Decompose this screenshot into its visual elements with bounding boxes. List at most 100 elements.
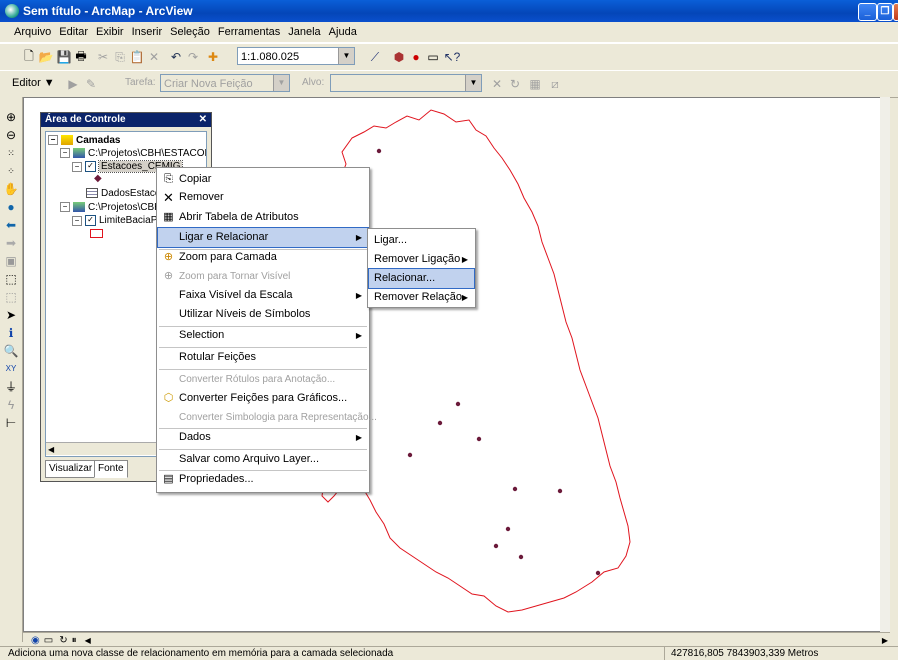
select-elements-icon[interactable]: ➤	[3, 307, 19, 323]
menu-item-ligar-relacionar[interactable]: Ligar e Relacionar ▶	[157, 227, 369, 248]
menu-janela[interactable]: Janela	[284, 26, 324, 38]
submenu-item-ligar[interactable]: Ligar...	[369, 231, 474, 250]
chevron-left-icon[interactable]: ◀	[46, 445, 54, 454]
toc-layer-limite[interactable]: − ✓ LimiteBaciaP	[72, 215, 157, 227]
station-point[interactable]	[493, 543, 499, 549]
zoom-out-icon[interactable]: ⊖	[3, 127, 19, 143]
menu-exibir[interactable]: Exibir	[92, 26, 128, 38]
minimize-button[interactable]: _	[858, 3, 877, 21]
sketch-tool-icon[interactable]: ✎	[82, 75, 100, 93]
menu-item-salvar-layer[interactable]: Salvar como Arquivo Layer...	[158, 450, 368, 469]
map-vertical-scrollbar[interactable]	[880, 97, 890, 632]
task-combo[interactable]: Criar Nova Feição ▼	[160, 74, 290, 92]
menu-arquivo[interactable]: Arquivo	[0, 26, 55, 38]
go-to-xy-icon[interactable]: XY	[3, 361, 19, 377]
select-by-graphics-icon[interactable]: ⬚	[3, 271, 19, 287]
copy-icon[interactable]: ⎘	[111, 48, 129, 66]
refresh-icon[interactable]: ↻	[53, 635, 67, 646]
close-icon[interactable]: ✕	[199, 113, 207, 127]
station-point[interactable]	[455, 401, 461, 407]
menu-item-converter-simbologia[interactable]: Converter Simbologia para Representação.…	[158, 408, 377, 427]
fixed-zoom-out-icon[interactable]: ⁘	[3, 163, 19, 179]
tab-fonte[interactable]: Fonte	[94, 460, 128, 478]
time-slider-icon[interactable]: ⊢	[3, 415, 19, 431]
pause-drawing-icon[interactable]: ⏸	[68, 635, 77, 646]
new-document-icon[interactable]: 🗋	[20, 48, 38, 66]
collapse-icon[interactable]: −	[60, 148, 70, 159]
station-point[interactable]	[518, 554, 524, 560]
full-extent-icon[interactable]: ●	[3, 199, 19, 215]
paste-icon[interactable]: 📋	[128, 48, 146, 66]
attributes-icon[interactable]: ▦	[526, 75, 544, 93]
save-icon[interactable]: 💾	[55, 48, 73, 66]
tab-visualizar[interactable]: Visualizar	[45, 460, 97, 478]
edit-tool-icon[interactable]: ▶	[64, 75, 82, 93]
toc-datasource-1[interactable]: − C:\Projetos\CBH\ESTACOE	[60, 148, 206, 160]
layout-view-icon[interactable]: ▭	[40, 635, 53, 646]
clear-selection-icon[interactable]: ⬚	[3, 289, 19, 305]
data-view-icon[interactable]: ◉	[23, 635, 40, 646]
collapse-icon[interactable]: −	[72, 215, 82, 226]
menu-item-niveis-simbolos[interactable]: Utilizar Níveis de Símbolos	[158, 305, 368, 324]
submenu-item-remover-relacao[interactable]: Remover Relação ▶	[369, 288, 474, 307]
rotate-tool-icon[interactable]: ↻	[506, 75, 524, 93]
menu-item-selection[interactable]: Selection ▶	[158, 326, 368, 345]
station-point[interactable]	[407, 452, 413, 458]
arctoolbox-icon[interactable]: ⬢	[390, 48, 408, 66]
pan-icon[interactable]: ✋	[3, 181, 19, 197]
menu-selecao[interactable]: Seleção	[166, 26, 214, 38]
station-point[interactable]	[476, 436, 482, 442]
menu-item-converter-rotulos[interactable]: Converter Rótulos para Anotação...	[158, 370, 368, 389]
forward-icon[interactable]: ➡	[3, 235, 19, 251]
collapse-icon[interactable]: −	[60, 202, 70, 213]
fixed-zoom-in-icon[interactable]: ⁙	[3, 145, 19, 161]
add-data-icon[interactable]: ✚	[204, 48, 222, 66]
identify-icon[interactable]: ℹ	[3, 325, 19, 341]
find-icon[interactable]: 🔍	[3, 343, 19, 359]
menu-item-propriedades[interactable]: ▤ Propriedades...	[158, 470, 368, 489]
select-features-icon[interactable]: ▣	[3, 253, 19, 269]
chevron-left-icon[interactable]: ◀	[77, 636, 91, 645]
layer-visibility-checkbox[interactable]: ✓	[85, 215, 96, 226]
station-point[interactable]	[376, 148, 382, 154]
whats-this-icon[interactable]: ↖?	[443, 48, 461, 66]
station-point[interactable]	[595, 570, 601, 576]
back-icon[interactable]: ⬅	[3, 217, 19, 233]
restore-button[interactable]: ❐	[877, 3, 893, 21]
menu-inserir[interactable]: Inserir	[128, 26, 167, 38]
editor-menu-button[interactable]: Editor ▼	[12, 77, 55, 89]
undo-icon[interactable]: ↶	[167, 48, 185, 66]
polygon-symbol[interactable]	[90, 229, 103, 238]
station-point[interactable]	[505, 526, 511, 532]
cut-icon[interactable]: ✂	[94, 48, 112, 66]
menu-item-copiar[interactable]: ⎘ Copiar	[158, 170, 368, 189]
menu-item-faixa-visivel[interactable]: Faixa Visível da Escala ▶	[158, 286, 368, 305]
toc-datasource-2[interactable]: − C:\Projetos\CBH	[60, 202, 161, 214]
menu-item-dados[interactable]: Dados ▶	[158, 428, 368, 447]
hyperlink-icon[interactable]: ϟ	[3, 397, 19, 413]
menu-item-converter-feicoes[interactable]: ⬡ Converter Feições para Gráficos...	[158, 389, 368, 408]
print-icon[interactable]: 🖶	[72, 48, 90, 66]
delete-icon[interactable]: ✕	[145, 48, 163, 66]
target-combo[interactable]: ▼	[330, 74, 482, 92]
station-point[interactable]	[512, 486, 518, 492]
point-symbol[interactable]: ◆	[94, 173, 102, 185]
chevron-right-icon[interactable]: ▶	[882, 636, 888, 645]
menu-item-zoom-camada[interactable]: ⊕ Zoom para Camada	[158, 248, 368, 267]
layer-visibility-checkbox[interactable]: ✓	[85, 161, 96, 172]
redo-icon[interactable]: ↷	[184, 48, 202, 66]
close-button[interactable]	[893, 3, 898, 21]
menu-item-rotular[interactable]: Rotular Feições	[158, 348, 368, 367]
toc-root[interactable]: − Camadas	[48, 135, 120, 147]
menu-item-remover[interactable]: ✕ Remover	[158, 188, 368, 207]
split-tool-icon[interactable]: ✕	[488, 75, 506, 93]
submenu-item-remover-ligacao[interactable]: Remover Ligação ▶	[369, 250, 474, 269]
menu-editar[interactable]: Editar	[55, 26, 92, 38]
collapse-icon[interactable]: −	[72, 161, 82, 172]
submenu-item-relacionar[interactable]: Relacionar...	[368, 268, 475, 289]
open-folder-icon[interactable]: 📂	[37, 48, 55, 66]
menu-item-abrir-tabela[interactable]: ▦ Abrir Tabela de Atributos	[158, 208, 368, 227]
menu-item-zoom-visivel[interactable]: ⊕ Zoom para Tornar Visível	[158, 267, 368, 286]
zoom-in-icon[interactable]: ⊕	[3, 109, 19, 125]
station-point[interactable]	[557, 488, 563, 494]
